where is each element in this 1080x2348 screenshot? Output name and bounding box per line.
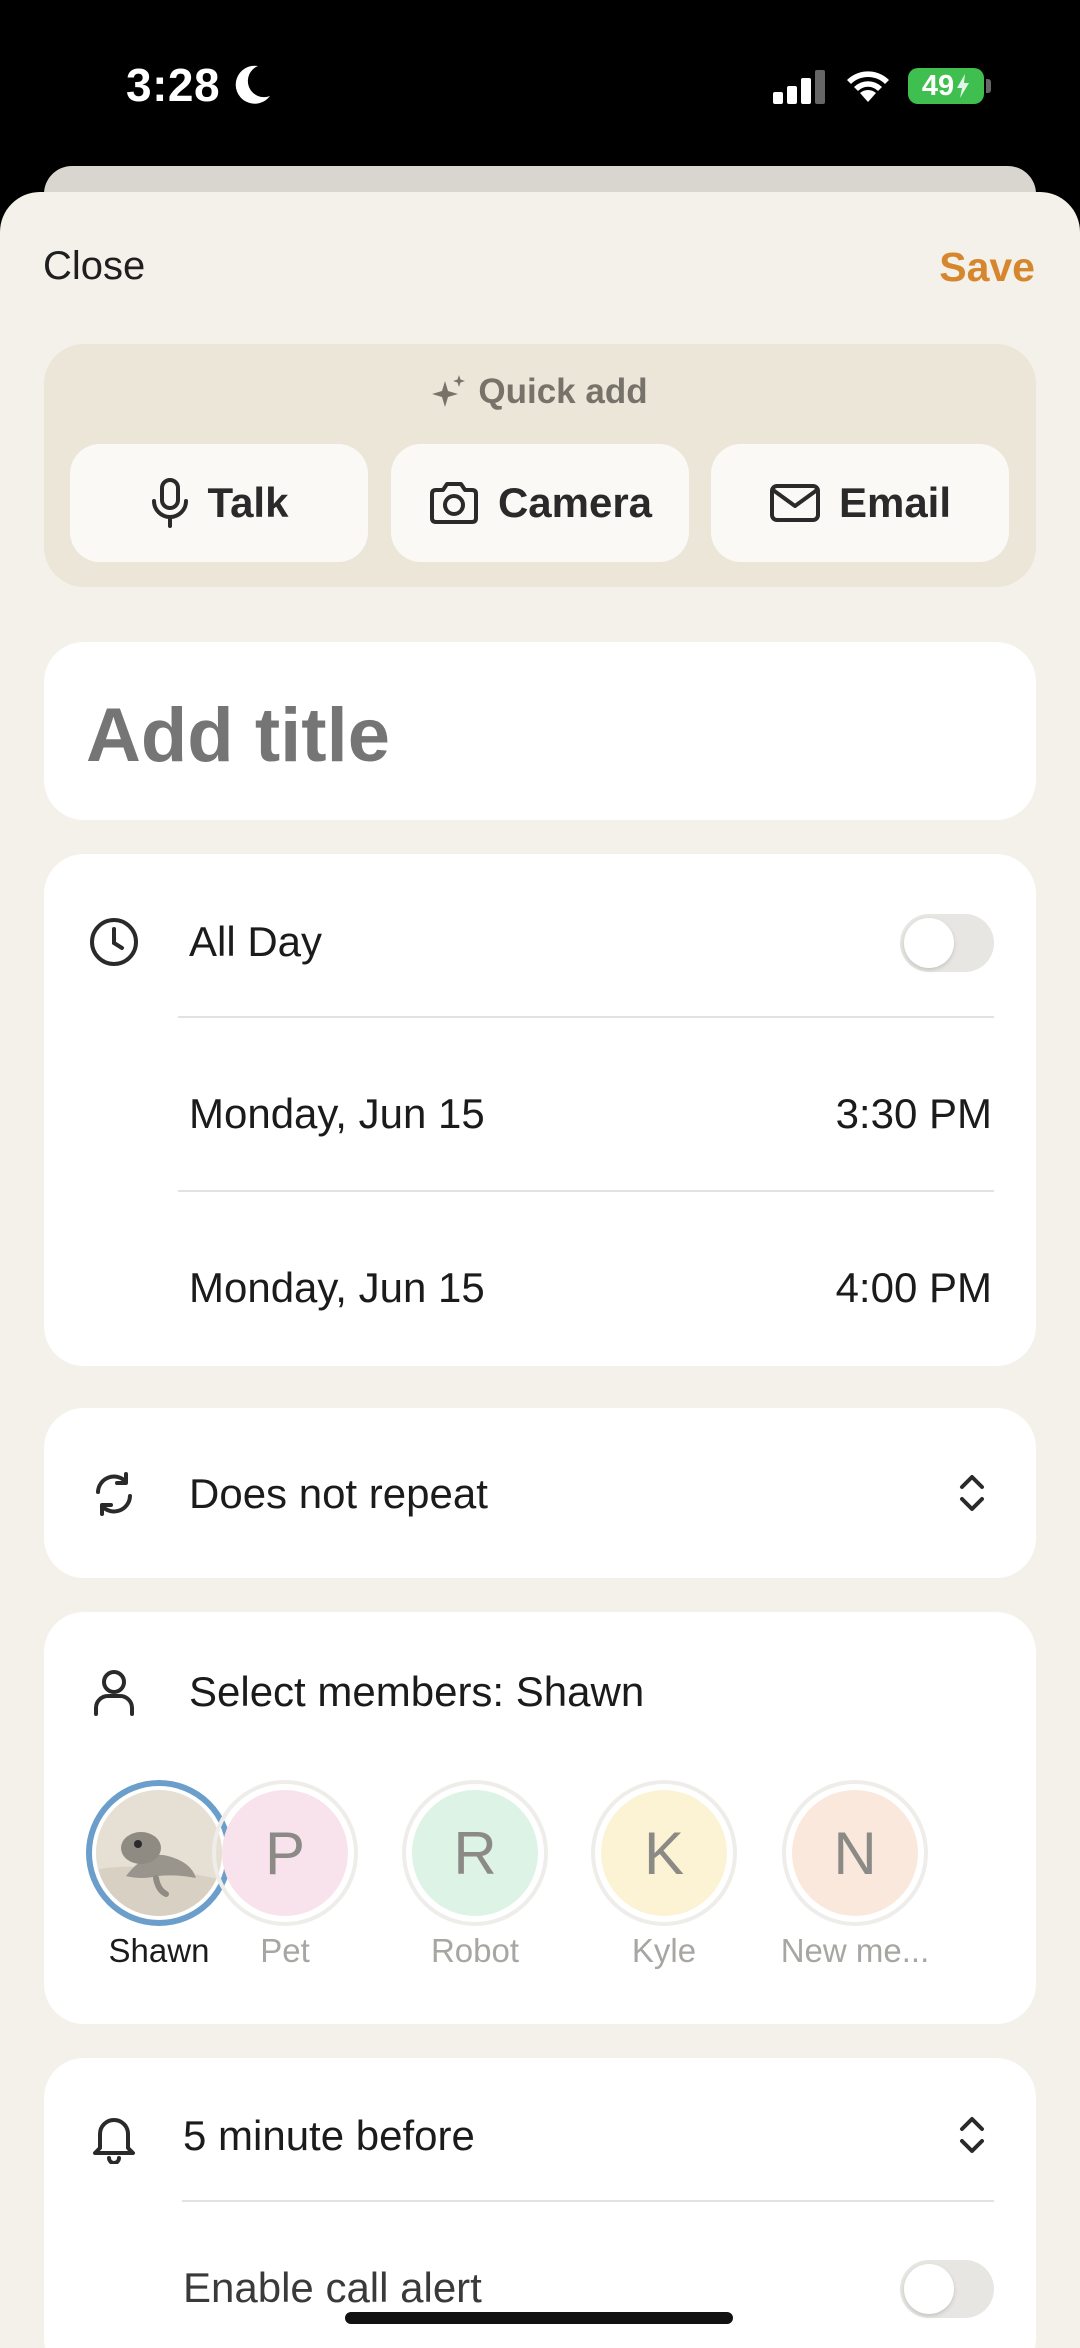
repeat-label: Does not repeat xyxy=(189,1470,488,1517)
member-name: New me... xyxy=(780,1932,930,1969)
repeat-card[interactable]: Does not repeat xyxy=(44,1408,1036,1578)
email-button[interactable]: Email xyxy=(711,444,1009,562)
member-name: Kyle xyxy=(631,1932,697,1969)
member-avatar-ring: N xyxy=(782,1780,928,1926)
alert-card: 5 minute before Enable call alert xyxy=(44,2058,1036,2348)
divider xyxy=(182,2200,994,2202)
sparkle-icon xyxy=(432,375,466,407)
talk-button[interactable]: Talk xyxy=(70,444,368,562)
microphone-icon xyxy=(151,478,188,528)
member-name: Pet xyxy=(260,1932,310,1969)
moon-icon xyxy=(235,65,270,104)
member-new[interactable]: N New me... xyxy=(780,1780,930,1970)
chevron-up-down-icon xyxy=(960,1475,984,1511)
battery-indicator: 49 xyxy=(908,68,984,104)
member-robot[interactable]: R Robot xyxy=(400,1780,550,1970)
reminder-label[interactable]: 5 minute before xyxy=(183,2112,475,2160)
call-alert-label: Enable call alert xyxy=(183,2264,482,2311)
camera-label: Camera xyxy=(497,479,653,526)
member-pet[interactable]: P Pet xyxy=(210,1780,360,1970)
quick-add-title: Quick add xyxy=(478,372,648,411)
camera-button[interactable]: Camera xyxy=(391,444,689,562)
close-button[interactable]: Close xyxy=(43,244,145,289)
battery-cap xyxy=(986,79,991,93)
chevron-up-down-icon xyxy=(960,2117,984,2153)
home-indicator xyxy=(345,2312,733,2324)
avatar: R xyxy=(412,1790,538,1916)
status-time: 3:28 xyxy=(126,59,221,111)
avatar xyxy=(96,1790,222,1916)
mail-icon xyxy=(769,484,820,522)
member-name: Robot xyxy=(430,1932,520,1969)
start-time[interactable]: 3:30 PM xyxy=(836,1090,992,1138)
call-alert-toggle-knob xyxy=(904,2264,954,2314)
member-kyle[interactable]: K Kyle xyxy=(589,1780,739,1970)
avatar: P xyxy=(222,1790,348,1916)
avatar: N xyxy=(792,1790,918,1916)
title-input[interactable] xyxy=(86,692,966,779)
repeat-icon xyxy=(96,1472,132,1516)
wifi-icon xyxy=(847,71,889,102)
clock-icon xyxy=(90,918,138,966)
end-time[interactable]: 4:00 PM xyxy=(836,1264,992,1312)
all-day-label: All Day xyxy=(189,918,323,965)
member-avatar-ring: R xyxy=(402,1780,548,1926)
end-date[interactable]: Monday, Jun 15 xyxy=(189,1264,485,1312)
start-date[interactable]: Monday, Jun 15 xyxy=(189,1090,485,1138)
members-label: Select members: Shawn xyxy=(189,1668,645,1715)
save-button[interactable]: Save xyxy=(939,244,1035,291)
divider xyxy=(178,1016,994,1018)
camera-icon xyxy=(429,482,478,524)
status-bar: 3:28 49 xyxy=(0,0,1080,170)
cellular-signal-icon xyxy=(773,70,825,104)
divider xyxy=(178,1190,994,1192)
charging-bolt-icon xyxy=(957,74,970,98)
member-avatar-ring: K xyxy=(591,1780,737,1926)
members-card: Select members: Shawn Shawn P Pet R Robo… xyxy=(44,1612,1036,2024)
title-card xyxy=(44,642,1036,820)
talk-label: Talk xyxy=(207,479,289,526)
bell-icon xyxy=(93,2118,135,2164)
new-event-sheet: Close Save Quick add Talk Camera Email A… xyxy=(0,192,1080,2348)
member-avatar-ring: P xyxy=(212,1780,358,1926)
battery-level: 49 xyxy=(921,69,955,102)
person-icon xyxy=(94,1670,134,1716)
email-label: Email xyxy=(838,479,952,526)
all-day-toggle-knob xyxy=(904,918,954,968)
all-day-toggle[interactable] xyxy=(900,914,994,972)
gecko-photo-icon xyxy=(96,1790,222,1916)
call-alert-toggle[interactable] xyxy=(900,2260,994,2318)
quick-add-panel: Quick add Talk Camera Email xyxy=(44,344,1036,587)
avatar: K xyxy=(601,1790,727,1916)
quick-add-header: Quick add xyxy=(44,372,1036,412)
datetime-card: All Day Monday, Jun 15 3:30 PM Monday, J… xyxy=(44,854,1036,1366)
